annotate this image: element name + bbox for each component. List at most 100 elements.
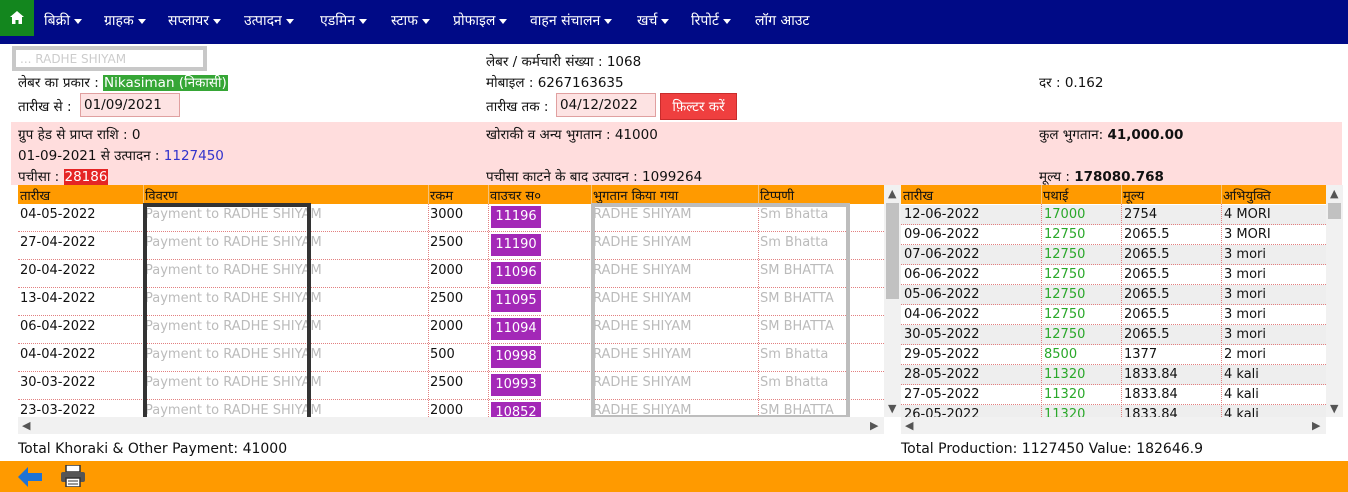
- scroll-right-icon[interactable]: ▶: [1312, 420, 1320, 432]
- nav-item-9[interactable]: रिपोर्ट: [691, 11, 731, 30]
- payments-horizontal-scrollbar[interactable]: ◀ ▶: [18, 417, 884, 434]
- labour-type-row: लेबर का प्रकार : Nikasiman (निकासी): [18, 73, 228, 91]
- table-row[interactable]: 07-06-2022 12750 2065.5 3 mori: [901, 245, 1326, 265]
- production-horizontal-scrollbar[interactable]: ◀ ▶: [901, 417, 1326, 434]
- print-button[interactable]: [60, 464, 86, 491]
- nav-item-1[interactable]: ग्राहक: [104, 11, 146, 30]
- table-row[interactable]: 28-05-2022 11320 1833.84 4 kali: [901, 365, 1326, 385]
- cell-remark: 4 kali: [1224, 407, 1259, 417]
- nav-item-label: बिक्री: [44, 13, 70, 29]
- voucher-button[interactable]: 10998: [491, 346, 541, 368]
- scroll-down-icon[interactable]: ▼: [1330, 403, 1338, 415]
- pachisa-label: पचीसा :: [18, 169, 60, 185]
- column-divider: [488, 204, 489, 417]
- scroll-left-icon[interactable]: ◀: [22, 420, 30, 432]
- cell-value: 2754: [1124, 207, 1158, 222]
- table-row[interactable]: 05-06-2022 12750 2065.5 3 mori: [901, 285, 1326, 305]
- cell-date: 04-05-2022: [20, 207, 96, 222]
- nav-item-8[interactable]: खर्च: [637, 11, 670, 30]
- khoraki-row: खोराकी व अन्य भुगतान : 41000: [486, 125, 658, 143]
- payments-total: Total Khoraki & Other Payment: 41000: [18, 441, 288, 457]
- payments-header-cell: विवरण: [145, 189, 178, 204]
- nav-item-7[interactable]: वाहन संचालन: [530, 11, 613, 30]
- price-value: 178080.768: [1074, 169, 1164, 185]
- cell-pathai: 12750: [1044, 247, 1086, 262]
- cell-pathai: 8500: [1044, 347, 1078, 362]
- rate-value: 0.162: [1064, 75, 1104, 91]
- table-row[interactable]: 30-05-2022 12750 2065.5 3 mori: [901, 325, 1326, 345]
- nav-item-0[interactable]: बिक्री: [44, 11, 82, 30]
- after-pachisa-label: पचीसा काटने के बाद उत्पादन :: [486, 169, 638, 185]
- nav-item-10[interactable]: लॉग आउट: [755, 11, 810, 30]
- table-row[interactable]: 29-05-2022 8500 1377 2 mori: [901, 345, 1326, 365]
- total-payment-label: कुल भुगतान:: [1039, 127, 1104, 143]
- labour-type-label: लेबर का प्रकार :: [18, 75, 99, 91]
- redaction-box: [143, 203, 311, 426]
- cell-pathai: 11320: [1044, 407, 1086, 417]
- date-to-input[interactable]: 04/12/2022: [556, 93, 656, 117]
- scroll-right-icon[interactable]: ▶: [870, 420, 878, 432]
- cell-value: 2065.5: [1124, 287, 1170, 302]
- nav-item-3[interactable]: उत्पादन: [244, 11, 294, 30]
- table-row[interactable]: 12-06-2022 17000 2754 4 MORI: [901, 205, 1326, 225]
- khoraki-value: 41000: [614, 127, 658, 143]
- cell-date: 29-05-2022: [904, 347, 980, 362]
- cell-value: 2065.5: [1124, 247, 1170, 262]
- labour-name-field: ... RADHE SHIYAM: [12, 46, 207, 71]
- caret-down-icon: [285, 18, 294, 24]
- caret-down-icon: [661, 18, 670, 24]
- cell-pathai: 12750: [1044, 287, 1086, 302]
- date-from-input[interactable]: 01/09/2021: [80, 93, 180, 117]
- table-row[interactable]: 26-05-2022 11320 1833.84 4 kali: [901, 405, 1326, 417]
- voucher-button[interactable]: 10852: [491, 402, 541, 417]
- table-row[interactable]: 09-06-2022 12750 2065.5 3 MORI: [901, 225, 1326, 245]
- voucher-button[interactable]: 10993: [491, 374, 541, 396]
- caret-down-icon: [604, 18, 613, 24]
- nav-item-2[interactable]: सप्लायर: [168, 11, 221, 30]
- production-from-link[interactable]: 1127450: [164, 148, 224, 164]
- labour-name: ... RADHE SHIYAM: [20, 52, 127, 66]
- table-row[interactable]: 27-05-2022 11320 1833.84 4 kali: [901, 385, 1326, 405]
- group-head-value: 0: [131, 127, 141, 143]
- table-row[interactable]: 04-06-2022 12750 2065.5 3 mori: [901, 305, 1326, 325]
- payments-header-cell: भुगतान किया गया: [593, 189, 679, 204]
- scroll-up-icon[interactable]: ▲: [888, 188, 896, 200]
- production-from-label: 01-09-2021 से उत्पादन :: [18, 148, 160, 164]
- table-row[interactable]: 06-06-2022 12750 2065.5 3 mori: [901, 265, 1326, 285]
- cell-pathai: 11320: [1044, 367, 1086, 382]
- scroll-left-icon[interactable]: ◀: [905, 420, 913, 432]
- cell-date: 30-05-2022: [904, 327, 980, 342]
- group-head-row: ग्रुप हेड से प्राप्त राशि : 0: [18, 125, 140, 143]
- scroll-down-icon[interactable]: ▼: [888, 403, 896, 415]
- cell-pathai: 12750: [1044, 327, 1086, 342]
- voucher-button[interactable]: 11094: [491, 318, 541, 340]
- cell-date: 23-03-2022: [20, 403, 96, 417]
- scroll-thumb[interactable]: [886, 203, 899, 299]
- cell-amount: 3000: [430, 207, 464, 222]
- production-header-cell: तारीख: [903, 189, 934, 204]
- total-payment-value: 41,000.00: [1107, 127, 1184, 143]
- payments-vertical-scrollbar[interactable]: ▲ ▼: [884, 185, 901, 417]
- footer-bar: [0, 461, 1348, 492]
- production-table-header: तारीख पथाई मूल्य अभियुक्ति: [901, 185, 1326, 204]
- voucher-button[interactable]: 11096: [491, 262, 541, 284]
- nav-item-4[interactable]: एडमिन: [320, 11, 367, 30]
- scroll-thumb[interactable]: [1328, 203, 1341, 219]
- voucher-button[interactable]: 11190: [491, 234, 541, 256]
- nav-item-label: ग्राहक: [104, 13, 134, 29]
- scroll-up-icon[interactable]: ▲: [1330, 188, 1338, 200]
- price-row: मूल्य : 178080.768: [1039, 167, 1164, 185]
- nav-item-5[interactable]: स्टाफ: [391, 11, 430, 30]
- production-header-cell: पथाई: [1043, 189, 1069, 204]
- cell-remark: 4 kali: [1224, 367, 1259, 382]
- date-from-label: तारीख से :: [18, 99, 72, 115]
- voucher-button[interactable]: 11095: [491, 290, 541, 312]
- voucher-button[interactable]: 11196: [491, 206, 541, 228]
- cell-date: 28-05-2022: [904, 367, 980, 382]
- filter-button[interactable]: फ़िल्टर करें: [660, 93, 737, 120]
- home-button[interactable]: [0, 0, 34, 36]
- cell-date: 06-06-2022: [904, 267, 980, 282]
- back-button[interactable]: [18, 467, 42, 491]
- nav-item-6[interactable]: प्रोफाइल: [453, 11, 508, 30]
- production-vertical-scrollbar[interactable]: ▲ ▼: [1326, 185, 1343, 417]
